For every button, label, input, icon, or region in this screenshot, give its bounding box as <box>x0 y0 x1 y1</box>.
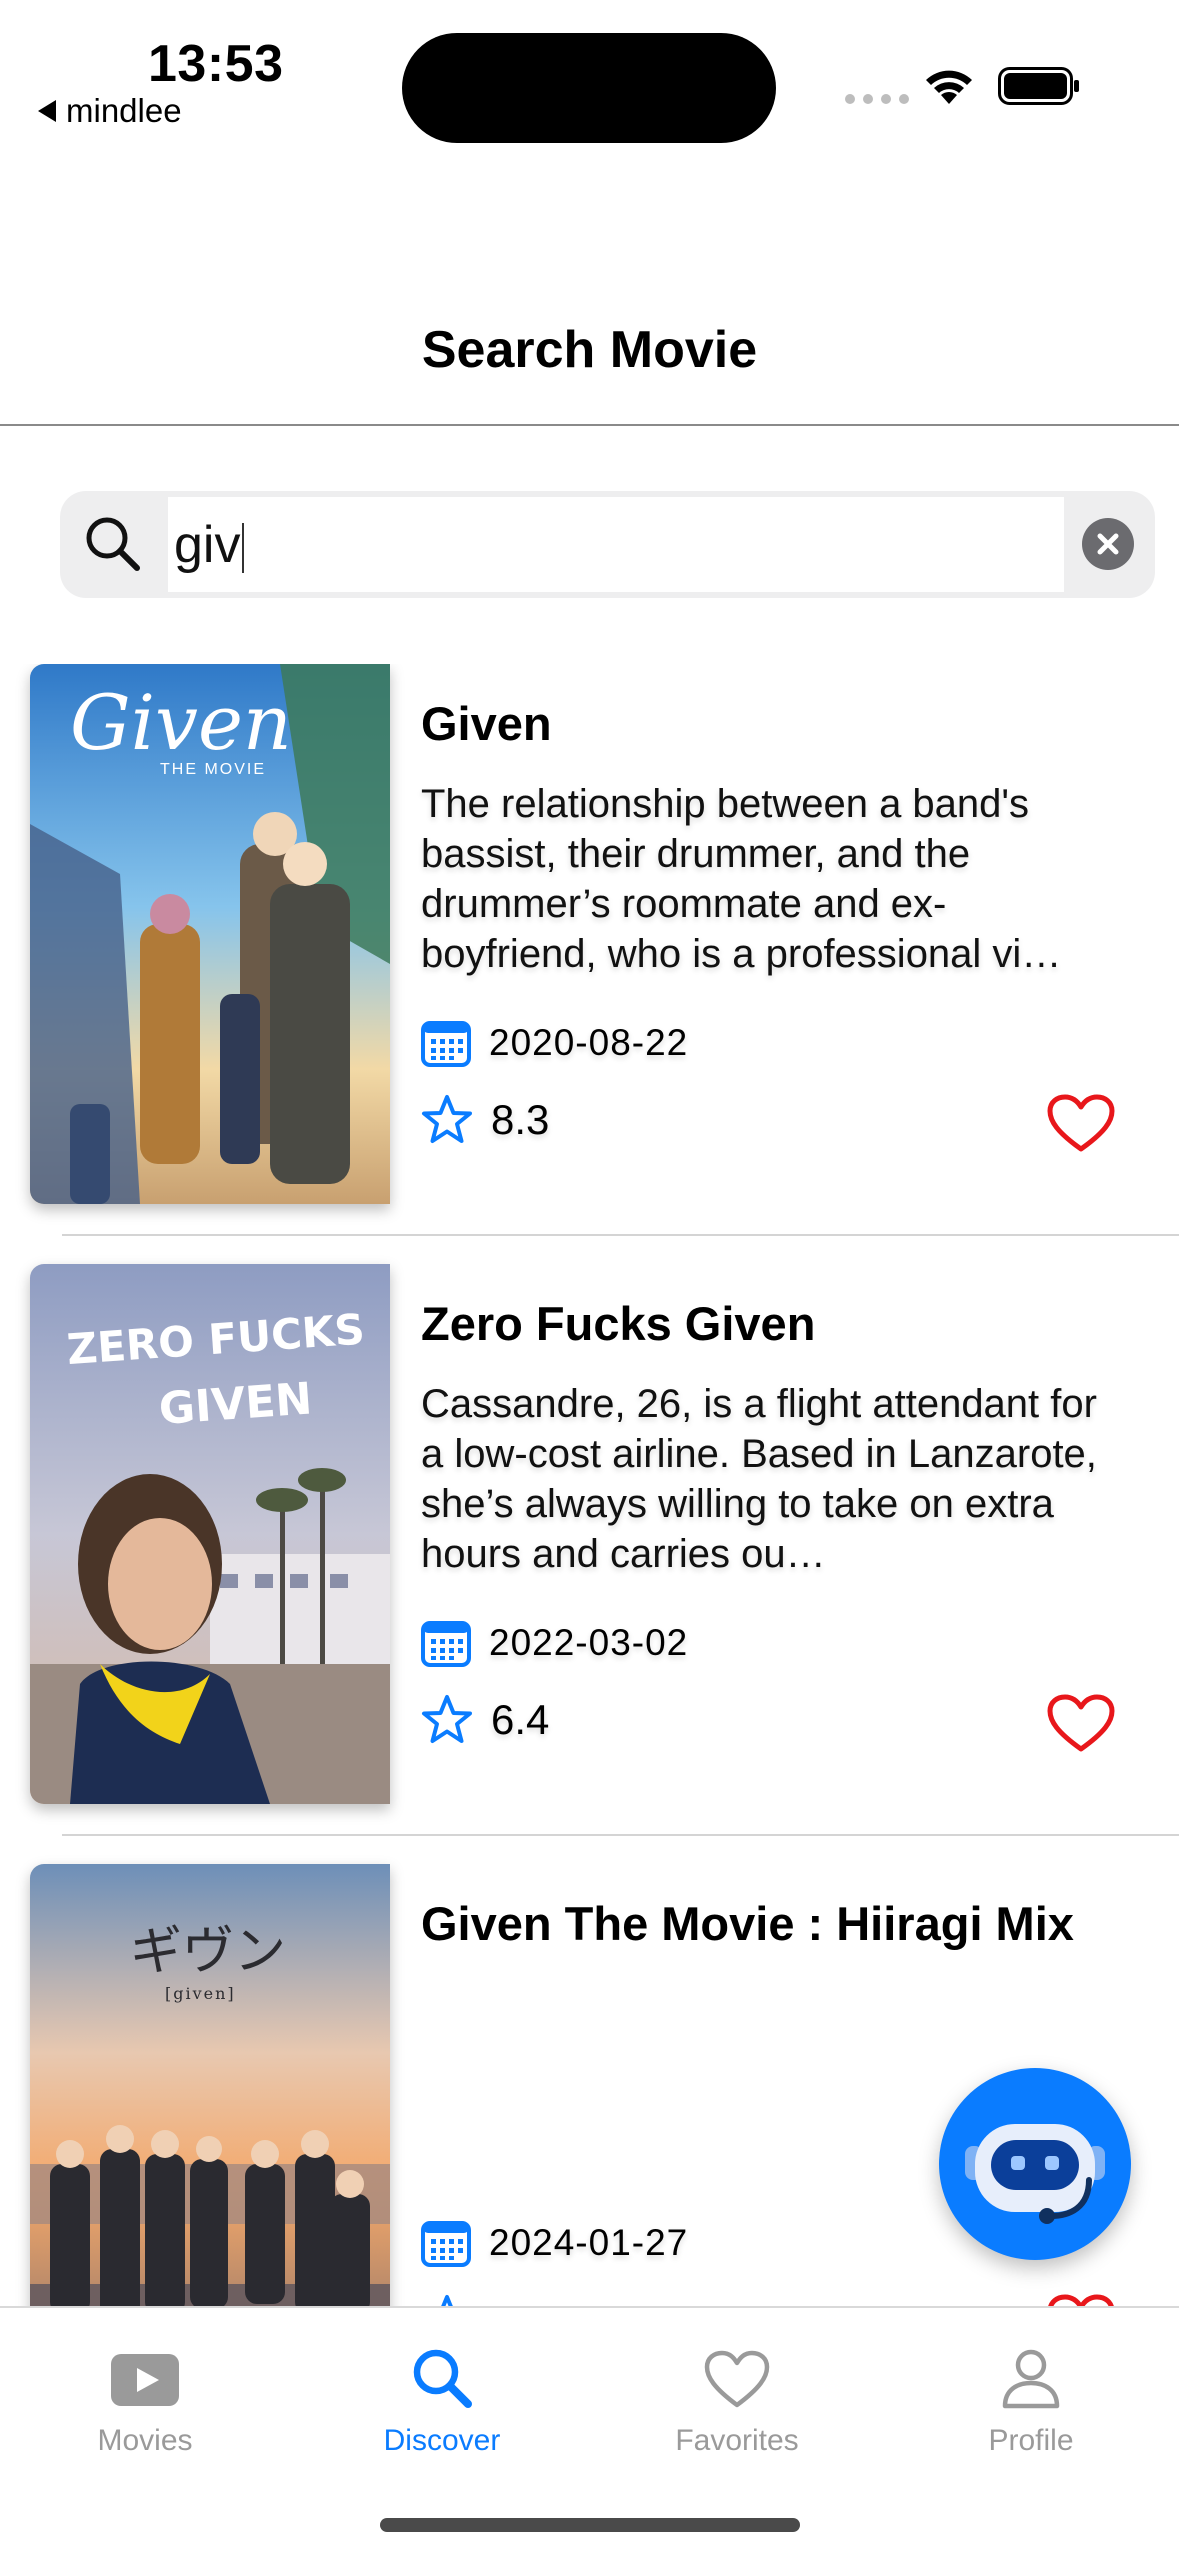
calendar-icon <box>421 1021 471 1067</box>
play-icon <box>111 2354 179 2406</box>
movie-card[interactable]: ZERO FUCKS GIVEN Zero Fucks Given Cassan… <box>0 1264 1179 1864</box>
page-title: Search Movie <box>421 321 758 379</box>
screen: 13:53 mindlee Search Movie giv Given THE… <box>0 0 1179 2556</box>
calendar-icon <box>421 1621 471 1667</box>
poster-image: ギヴン [given] <box>30 1864 390 2308</box>
search-input[interactable]: giv <box>168 497 1064 592</box>
dynamic-island <box>402 33 776 143</box>
movie-title[interactable]: Zero Fucks Given <box>421 1296 815 1351</box>
release-date-row: 2020-08-22 <box>421 1019 688 1067</box>
search-bar: giv <box>60 491 1155 598</box>
clear-search-button[interactable] <box>1082 518 1134 570</box>
release-date: 2020-08-22 <box>489 1022 689 1063</box>
robot-assistant-icon <box>965 2124 1105 2224</box>
release-date: 2024-01-27 <box>489 2222 689 2263</box>
favorite-button[interactable] <box>1047 1694 1115 1759</box>
tab-discover[interactable]: Discover <box>322 2330 562 2458</box>
back-arrow-icon <box>38 100 56 122</box>
poster-image: Given THE MOVIE <box>30 664 390 1204</box>
clear-icon <box>1097 533 1119 555</box>
wifi-icon <box>926 70 972 104</box>
poster-subtitle-text: GIVEN <box>157 1373 314 1435</box>
movie-title[interactable]: Given The Movie : Hiiragi Mix <box>421 1896 1074 1951</box>
movie-poster[interactable]: ZERO FUCKS GIVEN <box>30 1264 390 1804</box>
tab-label: Favorites <box>675 2424 799 2457</box>
release-date-row: 2022-03-02 <box>421 1619 688 1667</box>
tab-movies[interactable]: Movies <box>25 2330 265 2458</box>
release-date-row: 2024-01-27 <box>421 2219 688 2267</box>
status-bar: 13:53 mindlee <box>0 0 1179 150</box>
tab-label: Movies <box>97 2424 193 2457</box>
tab-label: Profile <box>988 2424 1074 2457</box>
poster-subtitle-text: THE MOVIE <box>160 761 266 778</box>
movie-poster[interactable]: Given THE MOVIE <box>30 664 390 1204</box>
tab-profile[interactable]: Profile <box>911 2330 1151 2458</box>
tab-label: Discover <box>383 2424 501 2457</box>
movie-card[interactable]: Given THE MOVIE Given The relationship b… <box>0 664 1179 1264</box>
rating-value: 6.4 <box>491 1696 550 1743</box>
back-to-app-button[interactable]: mindlee <box>38 92 182 130</box>
search-icon <box>413 2349 472 2408</box>
heart-icon <box>1047 1094 1115 1152</box>
movie-overview: The relationship between a band's bassis… <box>421 782 1062 976</box>
person-icon <box>1002 2349 1060 2409</box>
header-divider <box>0 424 1179 426</box>
chatbot-button[interactable] <box>939 2068 1131 2260</box>
status-time: 13:53 <box>148 35 284 93</box>
heart-icon <box>1047 1694 1115 1752</box>
list-divider <box>62 1234 1179 1236</box>
poster-title-text: ギヴン <box>130 1922 286 1982</box>
calendar-icon <box>421 2221 471 2267</box>
text-caret <box>242 523 245 574</box>
heart-icon <box>704 2350 770 2408</box>
search-input-value: giv <box>174 516 241 574</box>
rating-row: 6.4 <box>421 1694 549 1746</box>
star-icon <box>422 1695 472 1743</box>
star-icon <box>422 1095 472 1143</box>
rating-row: 8.3 <box>421 1094 549 1146</box>
favorite-button[interactable] <box>1047 1094 1115 1159</box>
movie-title[interactable]: Given <box>421 696 552 751</box>
list-divider <box>62 1834 1179 1836</box>
poster-subtitle-text: [given] <box>165 1984 236 2003</box>
battery-icon <box>998 67 1079 105</box>
search-icon <box>86 517 140 571</box>
movie-poster[interactable]: ギヴン [given] <box>30 1864 390 2308</box>
release-date: 2022-03-02 <box>489 1622 689 1663</box>
poster-title-text: Given <box>70 678 292 767</box>
movie-overview: Cassandre, 26, is a flight attendant for… <box>421 1382 1097 1576</box>
movie-list[interactable]: Given THE MOVIE Given The relationship b… <box>0 664 1179 2308</box>
back-app-label: mindlee <box>66 92 182 129</box>
cellular-signal-icon <box>845 94 909 104</box>
tab-favorites[interactable]: Favorites <box>617 2330 857 2458</box>
poster-image: ZERO FUCKS GIVEN <box>30 1264 390 1804</box>
rating-value: 8.3 <box>491 1096 550 1143</box>
home-indicator[interactable] <box>380 2518 800 2532</box>
